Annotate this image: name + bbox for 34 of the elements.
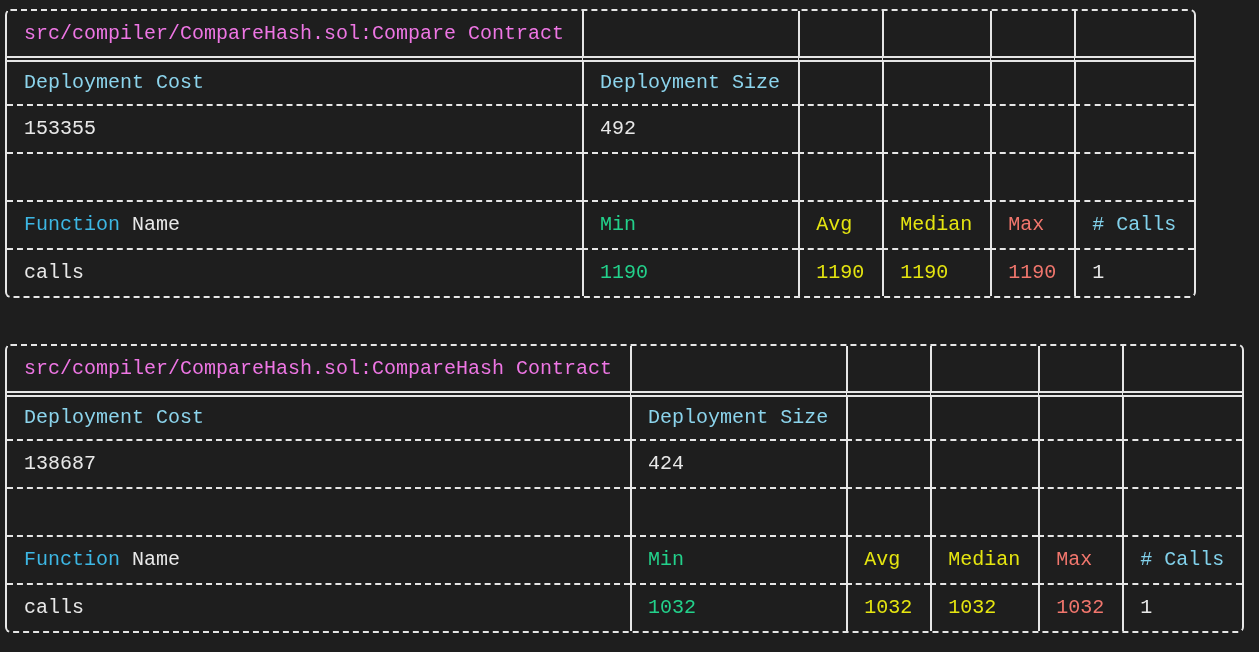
column-header: Avg — [864, 548, 901, 572]
column-header: # Calls — [1092, 213, 1177, 237]
call-count: 1 — [1140, 596, 1153, 620]
column-header: Deployment Cost — [24, 71, 205, 95]
column-header: Median — [900, 213, 973, 237]
function-name: calls — [24, 261, 84, 285]
column-header: Function Name — [24, 548, 181, 572]
call-count: 1 — [1092, 261, 1105, 285]
column-header: Max — [1008, 213, 1045, 237]
column-header: Min — [648, 548, 685, 572]
avg-gas-value: 1190 — [816, 261, 865, 285]
max-gas-value: 1190 — [1008, 261, 1057, 285]
median-gas-value: 1190 — [900, 261, 949, 285]
function-name: calls — [24, 596, 84, 620]
avg-gas-value: 1032 — [864, 596, 913, 620]
column-header: Function Name — [24, 213, 181, 237]
min-gas-value: 1190 — [600, 261, 649, 285]
column-header: Min — [600, 213, 637, 237]
max-gas-value: 1032 — [1056, 596, 1105, 620]
deployment-size-value: 424 — [648, 452, 685, 476]
column-header: Max — [1056, 548, 1093, 572]
column-header: # Calls — [1140, 548, 1225, 572]
column-header: Median — [948, 548, 1021, 572]
min-gas-value: 1032 — [648, 596, 697, 620]
column-header: Deployment Size — [600, 71, 781, 95]
contract-title: src/compiler/CompareHash.sol:CompareHash Contract — [24, 356, 613, 381]
deployment-cost-value: 138687 — [24, 452, 96, 476]
contract-title: src/compiler/CompareHash.sol:Compare Contract — [24, 21, 565, 46]
column-header: Deployment Size — [648, 406, 829, 430]
column-header: Deployment Cost — [24, 406, 205, 430]
median-gas-value: 1032 — [948, 596, 997, 620]
deployment-size-value: 492 — [600, 117, 637, 141]
deployment-cost-value: 153355 — [24, 117, 96, 141]
column-header: Avg — [816, 213, 853, 237]
